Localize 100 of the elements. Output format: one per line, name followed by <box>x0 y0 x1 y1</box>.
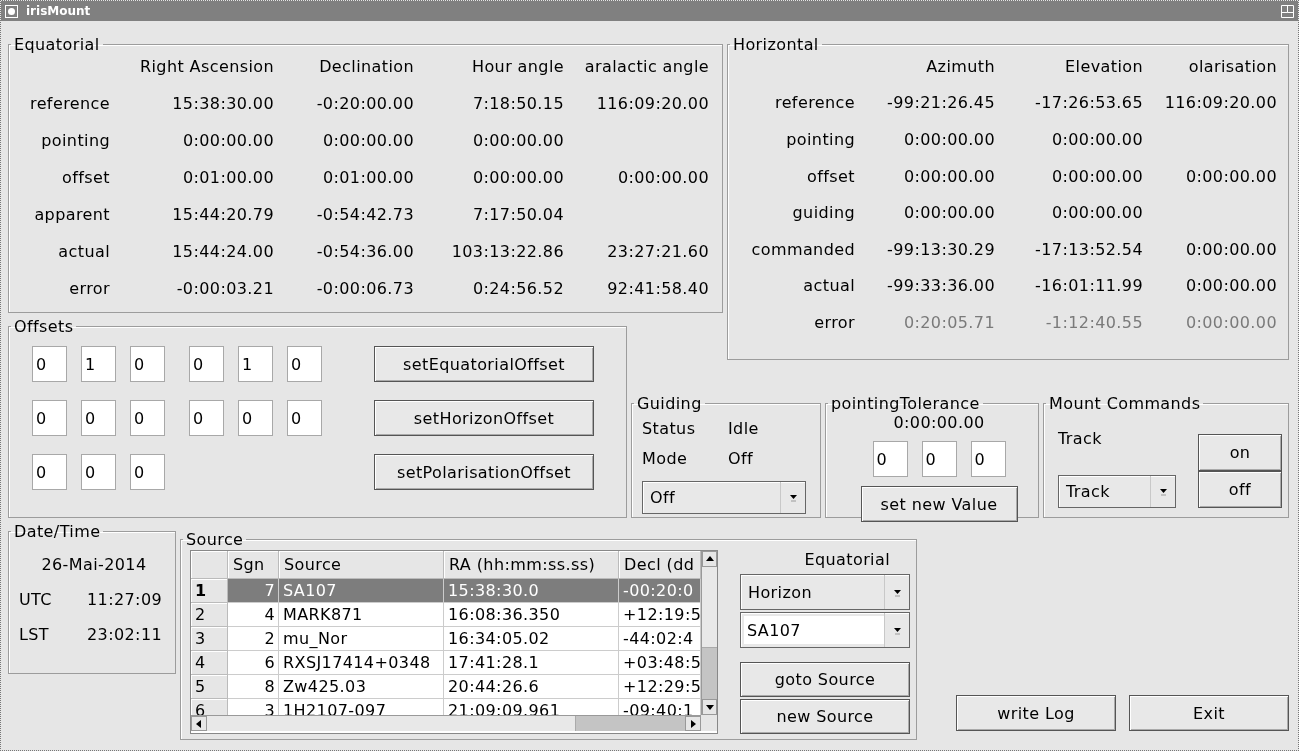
table-cell[interactable]: Zw425.03 <box>279 675 444 699</box>
table-cell[interactable]: 16:08:36.350 <box>444 603 619 627</box>
input-field[interactable]: 0 <box>970 441 1006 477</box>
value-text: 0:00:00.00 <box>471 167 565 189</box>
dropdown[interactable]: Off <box>642 481 806 514</box>
input-field[interactable]: 0 <box>287 400 322 436</box>
value-text: 0:00:00.00 <box>471 130 565 152</box>
tolerance-value: 0:00:00.00 <box>893 413 985 432</box>
dropdown[interactable]: SA107 <box>740 612 910 648</box>
table-cell[interactable]: SA107 <box>279 579 444 603</box>
up-arrow-icon <box>704 555 715 563</box>
input-field[interactable]: 0 <box>130 400 165 436</box>
table-cell[interactable]: 17:41:28.1 <box>444 651 619 675</box>
mount-button[interactable]: off <box>1198 471 1282 508</box>
value-text: 0:01:00.00 <box>321 167 415 189</box>
row-header[interactable]: 4 <box>191 651 228 675</box>
value-text: -0:54:42.73 <box>315 204 415 226</box>
row-label: offset <box>806 165 856 188</box>
value-text: 116:09:20.00 <box>1163 92 1278 115</box>
value-text: 0:20:05.71 <box>902 311 996 334</box>
value-text: -0:54:36.00 <box>315 241 415 263</box>
offset-button[interactable]: setEquatorialOffset <box>374 346 594 382</box>
row-header[interactable]: 3 <box>191 627 228 651</box>
input-field[interactable]: 1 <box>238 346 273 382</box>
track-label: Track <box>1058 429 1103 448</box>
status-label: Status <box>642 418 697 438</box>
table-cell[interactable]: mu_Nor <box>279 627 444 651</box>
value-text: 0:00:00.00 <box>616 167 710 189</box>
table-cell[interactable]: 4 <box>228 603 279 627</box>
value-text: 7:18:50.15 <box>471 93 565 115</box>
column-header[interactable]: RA (hh:mm:ss.ss) <box>444 551 619 579</box>
vertical-scrollbar[interactable] <box>701 551 717 715</box>
value-text: -0:20:00.00 <box>315 93 415 115</box>
status-value: Idle <box>728 418 760 438</box>
source-button[interactable]: new Source <box>740 699 910 734</box>
input-field[interactable]: 1 <box>81 346 116 382</box>
input-field[interactable]: 0 <box>32 346 67 382</box>
input-field[interactable]: 0 <box>81 454 116 490</box>
input-field[interactable]: 0 <box>189 400 224 436</box>
time-value: 23:02:11 <box>87 625 164 644</box>
scroll-up-button[interactable] <box>702 551 717 567</box>
input-field[interactable]: 0 <box>32 454 67 490</box>
input-field[interactable]: 0 <box>872 441 908 477</box>
value-text: -0:00:06.73 <box>315 278 415 300</box>
row-label: offset <box>61 167 111 189</box>
table-cell[interactable]: 15:38:30.0 <box>444 579 619 603</box>
column-header[interactable]: Source <box>279 551 444 579</box>
column-header[interactable]: Sgn <box>228 551 279 579</box>
row-label: actual <box>802 275 856 298</box>
offset-button[interactable]: setPolarisationOffset <box>374 454 594 490</box>
table-cell[interactable]: -00:20:0 <box>619 579 701 603</box>
table-cell[interactable]: 20:44:26.6 <box>444 675 619 699</box>
time-label: LST <box>19 625 51 644</box>
row-header[interactable]: 1 <box>191 579 228 603</box>
dropdown[interactable]: Horizon <box>740 574 910 610</box>
down-arrow-icon <box>704 703 715 711</box>
table-cell[interactable]: 7 <box>228 579 279 603</box>
input-field[interactable]: 0 <box>287 346 322 382</box>
input-field[interactable]: 0 <box>32 400 67 436</box>
table-cell[interactable]: 8 <box>228 675 279 699</box>
scroll-left-button[interactable] <box>191 716 207 731</box>
maximize-icon[interactable] <box>1281 4 1294 18</box>
input-field[interactable]: 0 <box>921 441 957 477</box>
source-button[interactable]: goto Source <box>740 662 910 697</box>
scroll-right-button[interactable] <box>685 716 701 731</box>
mount-button[interactable]: on <box>1198 434 1282 471</box>
table-cell[interactable]: RXSJ17414+0348 <box>279 651 444 675</box>
table-cell[interactable]: 2 <box>228 627 279 651</box>
offset-button[interactable]: setHorizonOffset <box>374 400 594 436</box>
horizontal-scrollbar[interactable] <box>191 715 701 731</box>
row-header[interactable]: 2 <box>191 603 228 627</box>
dropdown[interactable]: Track <box>1058 475 1176 508</box>
input-field[interactable]: 0 <box>81 400 116 436</box>
row-header[interactable]: 5 <box>191 675 228 699</box>
table-cell[interactable]: MARK871 <box>279 603 444 627</box>
group-title: Equatorial <box>13 35 101 54</box>
action-button[interactable]: write Log <box>956 695 1116 731</box>
value-text: 15:44:24.00 <box>171 241 275 263</box>
value-text: 0:00:00.00 <box>1050 165 1144 188</box>
value-text: 0:00:00.00 <box>1184 311 1278 334</box>
input-field[interactable]: 0 <box>130 346 165 382</box>
value-text: 0:00:00.00 <box>181 130 275 152</box>
column-header: Declination <box>318 56 415 78</box>
value-text: -99:21:26.45 <box>886 92 996 115</box>
column-header[interactable]: Decl (dd <box>619 551 701 579</box>
input-field[interactable]: 0 <box>238 400 273 436</box>
window-icon[interactable] <box>5 4 18 18</box>
input-field[interactable]: 0 <box>130 454 165 490</box>
value-text: 0:00:00.00 <box>902 165 996 188</box>
table-cell[interactable]: 16:34:05.02 <box>444 627 619 651</box>
row-label: actual <box>57 241 111 263</box>
scroll-thumb[interactable] <box>702 567 717 648</box>
scroll-down-button[interactable] <box>702 699 717 715</box>
mode-value: Off <box>728 448 755 468</box>
table-cell[interactable]: 6 <box>228 651 279 675</box>
scroll-thumb[interactable] <box>207 716 576 731</box>
set-value-button[interactable]: set new Value <box>860 486 1018 522</box>
action-button[interactable]: Exit <box>1129 695 1289 731</box>
group-title: Offsets <box>13 317 75 336</box>
input-field[interactable]: 0 <box>189 346 224 382</box>
